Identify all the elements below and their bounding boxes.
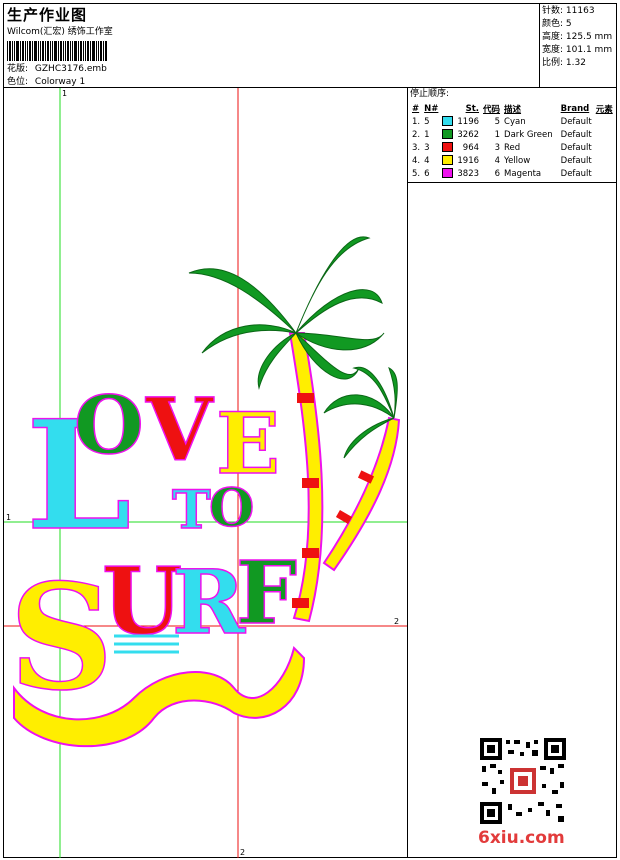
word-to: T O [171, 477, 255, 542]
stop-sequence-title: 停止顺序: [410, 89, 450, 99]
panel-divider [407, 87, 408, 858]
guide-label-h2: 2 [394, 617, 399, 626]
color-swatch [442, 142, 454, 153]
colorway-label: 色位: [7, 77, 29, 87]
svg-text:U: U [102, 547, 182, 655]
stat-scale: 比例: 1.32 [542, 58, 586, 68]
company-name: Wilcom(汇宏) 绣饰工作室 [7, 27, 113, 37]
design-file: 花版: GZHC3176.emb [7, 64, 113, 75]
table-row: 1. 5 1196 5 Cyan Default [412, 116, 592, 127]
stats-list: 针数: 11163 颜色: 5 高度: 125.5 mm 宽度: 101.1 m… [542, 6, 612, 71]
col-header: 描述 [504, 104, 522, 115]
design-label: 花版: [7, 64, 29, 74]
design-value: GZHC3176.emb [34, 64, 107, 74]
page-title: 生产作业图 [7, 6, 88, 24]
barcode [7, 41, 113, 61]
col-header: 元素 [595, 104, 613, 115]
table-row: 5. 6 3823 6 Magenta Default [412, 168, 592, 179]
svg-text:V: V [145, 380, 214, 481]
watermark-logo: 6xiu.com [478, 828, 565, 848]
table-row: 2. 1 3262 1 Dark Green Default [412, 129, 592, 140]
table-header-row: # N# St. 代码 描述 Brand 元素 [410, 102, 615, 115]
color-swatch [442, 168, 454, 179]
svg-text:F: F [236, 543, 297, 644]
color-swatch [442, 155, 454, 166]
svg-text:R: R [172, 550, 246, 654]
svg-text:T: T [172, 480, 211, 541]
stat-colors: 颜色: 5 [542, 19, 572, 29]
design-canvas: L O V E T O S U R F 1 1 2 2 [4, 88, 407, 858]
col-header: # [412, 103, 420, 114]
table-divider [407, 182, 617, 183]
stat-width: 宽度: 101.1 mm [542, 45, 613, 55]
col-header: St. [465, 103, 480, 114]
stat-height: 高度: 125.5 mm [542, 32, 613, 42]
guide-label-v1: 1 [62, 89, 67, 98]
svg-text:O: O [209, 478, 254, 539]
guide-label-h1: 1 [6, 513, 11, 522]
qr-code [480, 738, 566, 824]
stat-stitches: 针数: 11163 [542, 6, 595, 16]
color-swatch [442, 116, 454, 127]
palm-trunk-small [322, 416, 401, 572]
color-swatch [442, 129, 454, 140]
svg-text:O: O [74, 378, 144, 472]
col-header: Brand [560, 103, 590, 114]
header-block: 生产作业图 Wilcom(汇宏) 绣饰工作室 花版: GZHC3176.emb … [7, 4, 113, 88]
svg-text:S: S [9, 553, 114, 723]
col-header: N# [424, 103, 439, 114]
table-row: 4. 4 1916 4 Yellow Default [412, 155, 592, 166]
table-row: 3. 3 964 3 Red Default [412, 142, 592, 153]
palm-fronds-large [188, 236, 385, 390]
guide-label-v2: 2 [240, 848, 245, 857]
col-header: 代码 [483, 104, 501, 115]
colorway-value: Colorway 1 [34, 77, 86, 87]
col-header [440, 102, 455, 115]
stop-sequence-table: # N# St. 代码 描述 Brand 元素 1. 5 1196 5 Cyan De… [410, 102, 615, 180]
stop-sequence-panel: 停止顺序: # N# St. 代码 描述 Brand 元素 1. 5 1196 5 … [410, 89, 615, 180]
